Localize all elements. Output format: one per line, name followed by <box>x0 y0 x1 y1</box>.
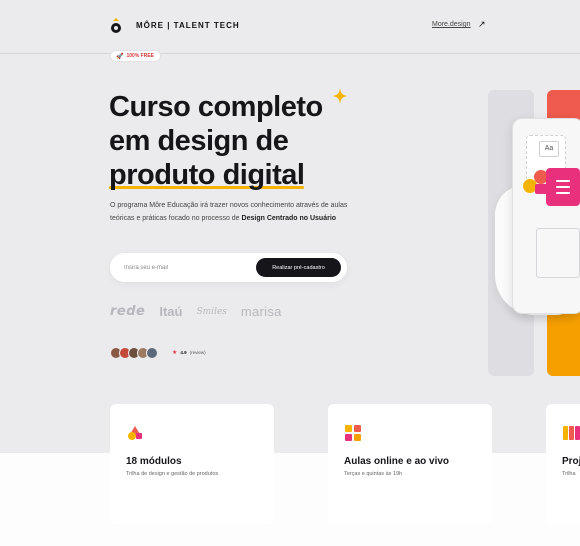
more-design-link[interactable]: More.design <box>432 21 471 28</box>
grid-card <box>536 228 580 278</box>
pre-register-button[interactable]: Realizar pré-cadastro <box>256 258 341 277</box>
rating-label: (review) <box>189 350 206 355</box>
menu-line <box>556 186 570 188</box>
online-classes-icon <box>345 425 361 441</box>
top-header: MÔRE | TALENT TECH More.design ↗ <box>0 0 580 54</box>
feature-card-modules[interactable]: 18 módulos Trilha de design e gestão de … <box>110 404 274 524</box>
hero-title-line3-wrap: produto digital <box>109 158 305 192</box>
feature-subtitle: Terças e quintas às 19h <box>344 471 403 477</box>
avatar-group <box>110 347 158 359</box>
rocket-icon: 🚀 <box>116 53 124 60</box>
menu-card <box>546 168 580 206</box>
badge-label: 100% FREE <box>126 53 154 59</box>
feature-title: Proj <box>562 456 580 467</box>
star-icon: ★ <box>172 350 178 356</box>
hero-title-line1: Curso completo <box>109 91 323 123</box>
feature-card-projects[interactable]: Proj Trilha <box>546 404 580 524</box>
menu-line <box>556 192 570 194</box>
hero-description: O programa Môre Educação irá trazer novo… <box>110 199 360 225</box>
menu-line <box>556 180 570 182</box>
hero-title: Curso completo em design de produto digi… <box>109 90 369 192</box>
signup-form: Realizar pré-cadastro <box>110 253 347 282</box>
avatar <box>146 347 158 359</box>
more-logo-icon[interactable] <box>110 17 122 34</box>
feature-card-online[interactable]: Aulas online e ao vivo Terças e quintas … <box>328 404 492 524</box>
modules-icon <box>128 426 142 440</box>
feature-title: 18 módulos <box>126 456 182 467</box>
sparkle-icon <box>332 88 348 104</box>
hero-title-line2: em design de <box>109 125 289 157</box>
rating: ★ 4.9 (review) <box>172 349 206 356</box>
partner-logo-marisa: marisa <box>240 304 282 319</box>
free-badge: 🚀 100% FREE <box>110 50 161 62</box>
hero-description-bold: Design Centrado no Usuário <box>241 215 337 222</box>
typography-card: Aa <box>539 141 559 157</box>
feature-subtitle: Trilha <box>562 471 576 477</box>
projects-icon <box>563 426 580 440</box>
feature-subtitle: Trilha de design e gestão de produtos <box>126 471 219 477</box>
brand-name: MÔRE | TALENT TECH <box>136 21 240 30</box>
arrow-up-right-icon[interactable]: ↗ <box>478 19 486 30</box>
partner-logo-rede: rede <box>110 304 146 319</box>
partner-logo-itau: Itaú <box>159 304 183 319</box>
email-input[interactable] <box>124 262 244 273</box>
partner-logo-smiles: Smiles <box>196 306 227 317</box>
feature-title: Aulas online e ao vivo <box>344 456 450 467</box>
partner-logos: rede Itaú Smiles marisa <box>110 304 282 319</box>
features-section <box>0 453 580 546</box>
rating-score: 4.9 <box>180 350 187 355</box>
hero-title-line3: produto digital <box>109 159 305 191</box>
